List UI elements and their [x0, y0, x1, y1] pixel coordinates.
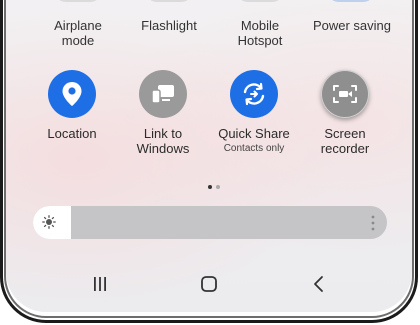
- mobile-hotspot-label: Mobile Hotspot: [237, 18, 283, 48]
- brightness-slider[interactable]: [33, 206, 387, 239]
- back-icon: [314, 276, 323, 292]
- sun-icon: [42, 215, 56, 229]
- link-to-windows-button[interactable]: [139, 70, 187, 118]
- page-dot-1[interactable]: [208, 185, 212, 189]
- home-button[interactable]: [194, 272, 224, 296]
- location-pin-icon: [62, 82, 82, 106]
- quick-share-icon: [243, 82, 265, 106]
- tile-mobile-hotspot[interactable]: Mobile Hotspot: [212, 18, 308, 48]
- tile-link-to-windows[interactable]: Link to Windows: [115, 70, 211, 156]
- flashlight-label: Flashlight: [141, 18, 197, 33]
- location-label: Location: [47, 126, 97, 141]
- navigation-bar: [6, 272, 412, 296]
- tile-power-saving[interactable]: Power saving: [299, 18, 405, 33]
- flashlight-icon: [145, 0, 193, 2]
- airplane-mode-label: Airplane mode: [54, 18, 102, 48]
- link-to-windows-label: Link to Windows: [136, 126, 190, 156]
- power-saving-label: Power saving: [312, 18, 392, 33]
- quick-share-label: Quick Share: [218, 126, 290, 141]
- screen-recorder-button[interactable]: [321, 70, 369, 118]
- quick-share-button[interactable]: [230, 70, 278, 118]
- more-vertical-icon[interactable]: [371, 215, 375, 231]
- link-to-windows-icon: [151, 85, 174, 104]
- power-saving-icon: [327, 0, 375, 2]
- recent-apps-button[interactable]: [85, 272, 115, 296]
- home-icon: [201, 276, 217, 292]
- phone-frame: Airplane mode Flashlight Mobile Hotspot …: [0, 0, 420, 325]
- tile-flashlight[interactable]: Flashlight: [121, 18, 217, 33]
- location-button[interactable]: [48, 70, 96, 118]
- airplane-mode-icon: [54, 0, 102, 2]
- page-dot-2[interactable]: [216, 185, 220, 189]
- tile-location[interactable]: Location: [24, 70, 120, 141]
- mobile-hotspot-icon: [236, 0, 284, 2]
- quick-share-sublabel: Contacts only: [223, 143, 285, 154]
- recent-apps-icon: [94, 277, 106, 291]
- tile-screen-recorder[interactable]: Screen recorder: [297, 70, 393, 156]
- brightness-fill: [33, 206, 71, 239]
- back-button[interactable]: [304, 272, 334, 296]
- quick-panel: Airplane mode Flashlight Mobile Hotspot …: [6, 0, 412, 312]
- screen-recorder-icon: [333, 85, 357, 103]
- page-indicator: [208, 176, 224, 194]
- tile-airplane-mode[interactable]: Airplane mode: [30, 18, 126, 48]
- tile-quick-share[interactable]: Quick Share Contacts only: [206, 70, 302, 155]
- screen-recorder-label: Screen recorder: [320, 126, 370, 156]
